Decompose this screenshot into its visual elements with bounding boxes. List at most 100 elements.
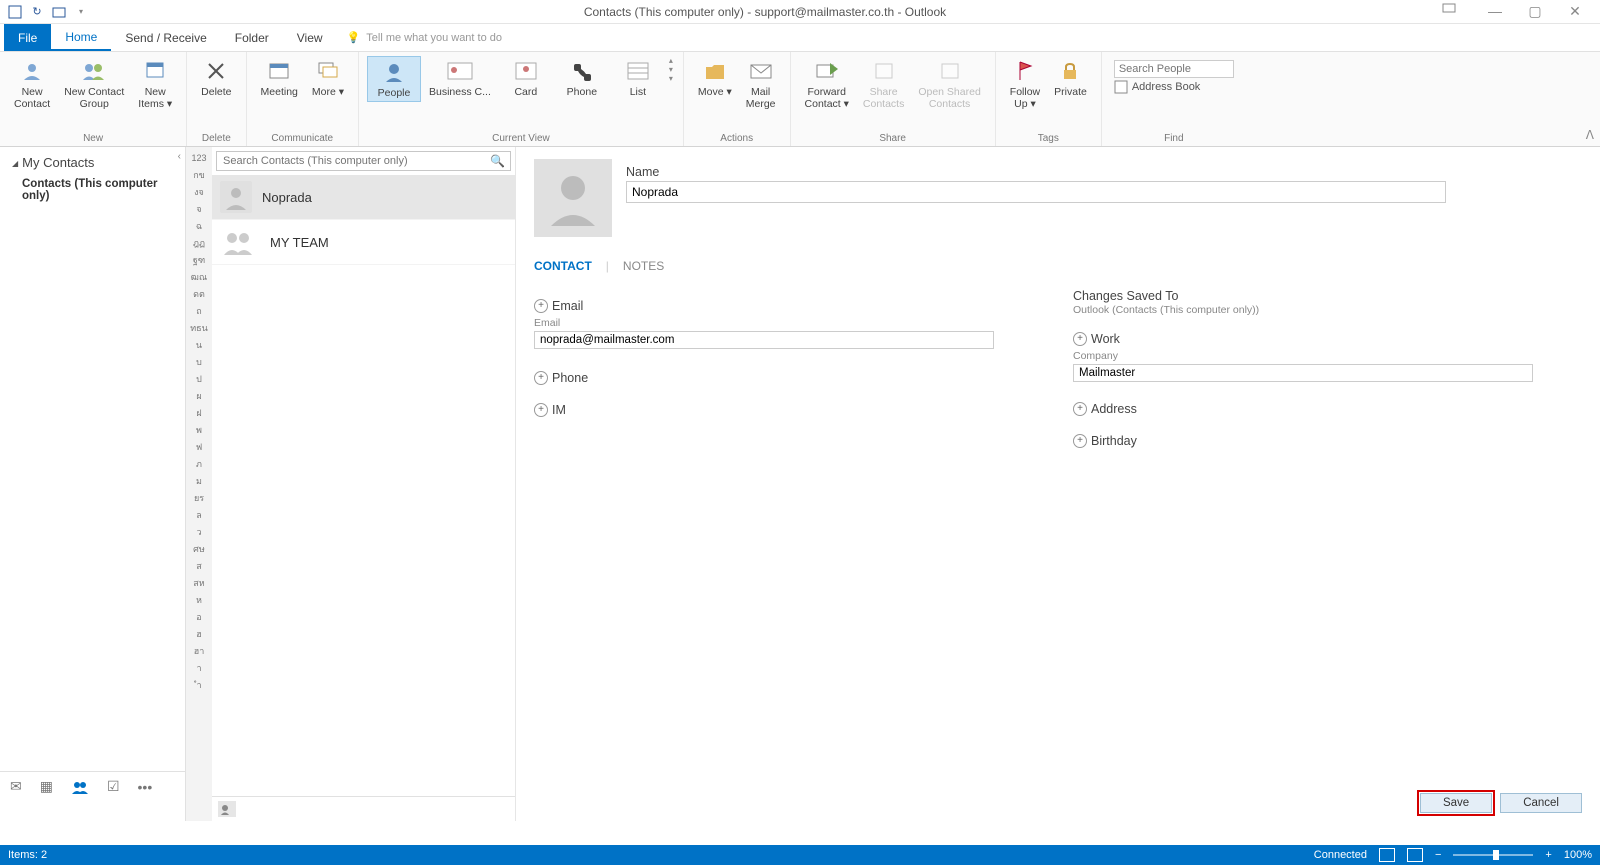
- new-contact-button[interactable]: New Contact: [8, 56, 56, 112]
- zoom-slider[interactable]: [1453, 854, 1533, 856]
- alpha-index-item[interactable]: บ: [196, 353, 202, 370]
- alpha-index-item[interactable]: ส: [196, 557, 202, 574]
- phone-section-header[interactable]: +Phone: [534, 371, 1043, 385]
- search-people-input[interactable]: [1114, 60, 1234, 78]
- alpha-index-item[interactable]: ผ: [196, 387, 201, 404]
- alpha-index-item[interactable]: ทธน: [190, 319, 208, 336]
- mail-merge-button[interactable]: Mail Merge: [740, 56, 782, 112]
- new-items-button[interactable]: New Items ▾: [132, 56, 178, 112]
- people-nav-icon[interactable]: [71, 780, 89, 794]
- alpha-index-item[interactable]: ศษ: [193, 540, 205, 557]
- alpha-index-item[interactable]: ล: [196, 506, 202, 523]
- nav-my-contacts[interactable]: My Contacts: [0, 147, 185, 174]
- tasks-nav-icon[interactable]: ☑: [107, 778, 120, 795]
- view-people-button[interactable]: People: [367, 56, 421, 102]
- maximize-button[interactable]: ▢: [1522, 3, 1548, 20]
- view-reading-icon[interactable]: [1407, 848, 1423, 862]
- calendar-nav-icon[interactable]: ▦: [40, 778, 53, 795]
- alpha-index-item[interactable]: า: [196, 659, 201, 676]
- mail-nav-icon[interactable]: ✉: [10, 778, 22, 795]
- tab-folder[interactable]: Folder: [221, 24, 283, 51]
- subtab-notes[interactable]: NOTES: [623, 259, 664, 275]
- alpha-index-item[interactable]: ฮา: [194, 642, 205, 659]
- alpha-index-item[interactable]: ดต: [193, 285, 205, 302]
- im-section-header[interactable]: +IM: [534, 403, 1043, 417]
- alpha-index-item[interactable]: น: [196, 336, 202, 353]
- close-button[interactable]: ✕: [1562, 3, 1588, 20]
- view-list-button[interactable]: List: [611, 56, 665, 100]
- tab-view[interactable]: View: [283, 24, 337, 51]
- alpha-index-item[interactable]: 123: [191, 149, 206, 166]
- delete-button[interactable]: Delete: [195, 56, 237, 100]
- alpha-index-item[interactable]: ฎฏ: [193, 234, 205, 251]
- alpha-index-item[interactable]: ฮ: [196, 625, 202, 642]
- more-button[interactable]: More ▾: [306, 56, 350, 100]
- ribbon-collapse-button[interactable]: ᐱ: [1586, 128, 1594, 142]
- contact-avatar[interactable]: [534, 159, 612, 237]
- cancel-button[interactable]: Cancel: [1500, 793, 1582, 813]
- qat-new-icon[interactable]: [8, 5, 22, 19]
- save-button[interactable]: Save: [1420, 793, 1492, 813]
- alpha-index-item[interactable]: ฉ: [196, 217, 202, 234]
- new-contact-group-button[interactable]: New Contact Group: [58, 56, 130, 112]
- address-section-header[interactable]: +Address: [1073, 402, 1582, 416]
- birthday-section-header[interactable]: +Birthday: [1073, 434, 1582, 448]
- alpha-index-item[interactable]: กข: [193, 166, 205, 183]
- alpha-index-item[interactable]: งจ: [194, 183, 204, 200]
- tab-home[interactable]: Home: [51, 24, 111, 51]
- alpha-index-item[interactable]: ฝ: [196, 404, 201, 421]
- work-section-header[interactable]: +Work: [1073, 332, 1582, 346]
- contact-row[interactable]: MY TEAM: [212, 220, 515, 265]
- qat-send-icon[interactable]: [52, 5, 66, 19]
- search-contacts-input[interactable]: [216, 151, 511, 171]
- subtab-contact[interactable]: CONTACT: [534, 259, 592, 275]
- alpha-index-item[interactable]: ฐฑ: [193, 251, 205, 268]
- qat-undo-icon[interactable]: ↻: [30, 5, 44, 19]
- qat-dropdown-icon[interactable]: ▾: [74, 5, 88, 19]
- search-icon[interactable]: 🔍: [490, 154, 505, 168]
- zoom-percent[interactable]: 100%: [1564, 849, 1592, 861]
- private-button[interactable]: Private: [1048, 56, 1093, 100]
- zoom-plus[interactable]: +: [1545, 849, 1551, 861]
- tab-send-receive[interactable]: Send / Receive: [111, 24, 220, 51]
- view-gallery-scroll[interactable]: ▴▾▾: [667, 56, 675, 83]
- view-phone-button[interactable]: Phone: [555, 56, 609, 100]
- contact-row[interactable]: Noprada: [212, 175, 515, 220]
- more-nav-icon[interactable]: •••: [138, 779, 153, 795]
- alpha-index-item[interactable]: สห: [193, 574, 204, 591]
- address-book-button[interactable]: Address Book: [1114, 80, 1234, 94]
- alpha-index-strip[interactable]: 123กขงจจฉฎฏฐฑฒณดตถทธนนบปผฝพฟภมยรลวศษสสหห…: [186, 147, 212, 821]
- email-input[interactable]: [534, 331, 994, 349]
- view-business-card-button[interactable]: Business C...: [423, 56, 497, 100]
- meeting-button[interactable]: Meeting: [255, 56, 304, 100]
- alpha-index-item[interactable]: อ: [196, 608, 201, 625]
- navpane-collapse-icon[interactable]: ‹: [178, 151, 181, 162]
- email-section-header[interactable]: +Email: [534, 299, 1043, 313]
- company-input[interactable]: [1073, 364, 1533, 382]
- nav-contacts-folder[interactable]: Contacts (This computer only): [0, 174, 185, 206]
- alpha-index-item[interactable]: ถ: [196, 302, 201, 319]
- alpha-index-item[interactable]: ภ: [196, 455, 202, 472]
- minimize-button[interactable]: —: [1482, 3, 1508, 20]
- forward-contact-button[interactable]: Forward Contact ▾: [799, 56, 855, 112]
- alpha-index-item[interactable]: ม: [196, 472, 202, 489]
- alpha-index-item[interactable]: ว: [196, 523, 201, 540]
- view-card-button[interactable]: Card: [499, 56, 553, 100]
- zoom-minus[interactable]: −: [1435, 849, 1441, 861]
- alpha-index-item[interactable]: จ: [196, 200, 201, 217]
- alpha-index-item[interactable]: ำ: [196, 676, 201, 693]
- alpha-index-item[interactable]: ห: [196, 591, 202, 608]
- tellme-search[interactable]: 💡 Tell me what you want to do: [347, 24, 502, 51]
- alpha-index-item[interactable]: ฒณ: [191, 268, 207, 285]
- alpha-index-item[interactable]: ป: [196, 370, 202, 387]
- alpha-index-item[interactable]: ฟ: [196, 438, 202, 455]
- alpha-index-item[interactable]: พ: [196, 421, 202, 438]
- follow-up-button[interactable]: Follow Up ▾: [1004, 56, 1046, 112]
- list-footer-icon[interactable]: [218, 801, 236, 817]
- move-button[interactable]: Move ▾: [692, 56, 738, 100]
- view-normal-icon[interactable]: [1379, 848, 1395, 862]
- alpha-index-item[interactable]: ยร: [194, 489, 204, 506]
- ribbon-display-icon[interactable]: [1442, 3, 1468, 20]
- tab-file[interactable]: File: [4, 24, 51, 51]
- name-input[interactable]: [626, 181, 1446, 203]
